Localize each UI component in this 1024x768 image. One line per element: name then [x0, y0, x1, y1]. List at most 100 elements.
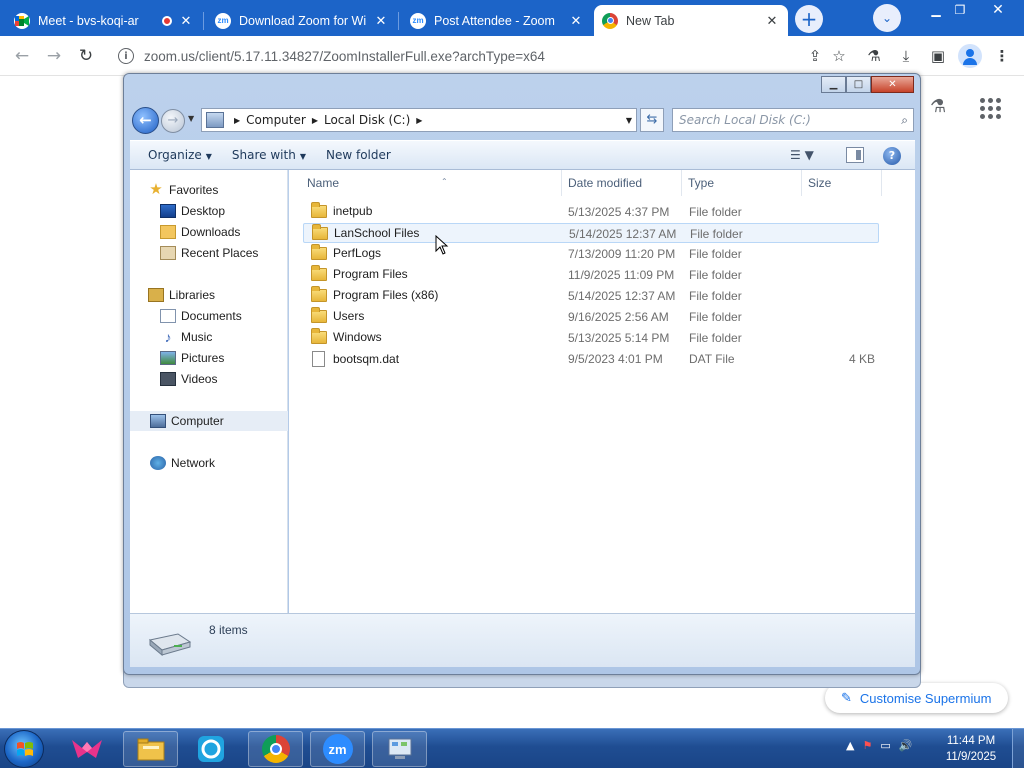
tab-post-attendee-zoom[interactable]: zm Post Attendee - Zoom ✕ [402, 5, 592, 36]
clock-time: 11:44 PM [946, 735, 996, 747]
preview-pane-icon[interactable] [846, 147, 864, 163]
tab-search-chevron-icon[interactable]: ⌄ [873, 4, 901, 32]
zoom-icon: zm [215, 12, 231, 29]
address-bar[interactable]: i zoom.us/client/5.17.11.34827/ZoomInsta… [110, 40, 855, 72]
profile-avatar-icon[interactable] [958, 44, 982, 68]
file-row-bootsqm-dat[interactable]: bootsqm.dat 9/5/2023 4:01 PM DAT File 4 … [303, 349, 879, 369]
close-window-icon[interactable]: ✕ [976, 0, 1020, 20]
explorer-search-input[interactable]: Search Local Disk (C:) ⌕ [672, 108, 914, 132]
taskbar-clock[interactable]: 11:44 PM 11/9/2025 [940, 733, 1002, 765]
close-icon[interactable]: ✕ [871, 76, 914, 93]
close-tab-icon[interactable]: ✕ [373, 13, 389, 29]
taskbar-chrome[interactable] [248, 731, 303, 767]
network-globe-icon [150, 456, 166, 470]
search-icon[interactable]: ⌕ [901, 113, 908, 128]
labs-flask-icon[interactable]: ⚗ [930, 96, 950, 118]
google-apps-grid-icon[interactable] [980, 98, 1001, 119]
explorer-address-bar[interactable]: ▶ Computer ▶ Local Disk (C:) ▶ ▼ [201, 108, 637, 132]
file-row-program-files[interactable]: Program Files 11/9/2025 11:09 PM File fo… [303, 264, 879, 285]
share-with-button[interactable]: Share with ▼ [223, 148, 315, 162]
back-arrow-icon[interactable]: ← [10, 44, 34, 68]
column-header-type[interactable]: Type [682, 170, 802, 196]
star-icon: ★ [149, 181, 163, 198]
column-header-date-modified[interactable]: Date modified [562, 170, 682, 196]
file-row-windows[interactable]: Windows 5/13/2025 5:14 PM File folder [303, 327, 879, 348]
item-count: 8 items [209, 623, 248, 637]
address-dropdown-icon[interactable]: ▼ [626, 116, 632, 125]
tab-google-meet[interactable]: Meet - bvs-koqi-ar ✕ [6, 5, 202, 36]
nav-favorites[interactable]: ★ Favorites [148, 180, 306, 200]
minimize-window-icon[interactable]: ▁ [924, 0, 948, 20]
taskbar-control-panel[interactable] [372, 731, 427, 767]
labs-flask-icon[interactable]: ⚗ [862, 44, 886, 68]
nav-computer[interactable]: Computer [130, 411, 288, 431]
column-header-size[interactable]: Size [802, 170, 882, 196]
origami-fox-icon [71, 740, 102, 758]
mouse-cursor-icon [435, 235, 449, 255]
browser-tab-strip: Meet - bvs-koqi-ar ✕ zm Download Zoom fo… [0, 0, 1024, 36]
taskbar-origami-app[interactable] [59, 731, 114, 767]
folder-icon [312, 223, 328, 240]
videos-icon [160, 372, 176, 386]
history-dropdown-icon[interactable]: ▼ [188, 114, 194, 123]
nav-libraries[interactable]: Libraries [148, 285, 306, 305]
new-folder-button[interactable]: New folder [317, 148, 400, 162]
tray-expand-icon[interactable]: ▲ [846, 739, 854, 752]
breadcrumb-computer[interactable]: Computer [246, 113, 306, 127]
change-view-icon[interactable]: ☰ ▼ [790, 148, 830, 164]
side-panel-icon[interactable]: ▣ [926, 44, 950, 68]
close-tab-icon[interactable]: ✕ [178, 13, 194, 29]
taskbar-zoom[interactable]: zm [310, 731, 365, 767]
volume-speaker-icon[interactable]: 🔊 [899, 739, 913, 752]
share-icon[interactable]: ⇪ [803, 44, 827, 68]
forward-arrow-icon[interactable]: → [161, 109, 185, 133]
explorer-command-bar: Organize ▼ Share with ▼ New folder ☰ ▼ ? [130, 140, 915, 170]
forward-arrow-icon[interactable]: → [42, 44, 66, 68]
breadcrumb-chevron-icon[interactable]: ▶ [234, 116, 240, 125]
restore-window-icon[interactable]: ❐ [948, 0, 972, 20]
tab-new-tab[interactable]: New Tab ✕ [594, 5, 788, 36]
clock-date: 11/9/2025 [945, 751, 997, 763]
file-row-inetpub[interactable]: inetpub 5/13/2025 4:37 PM File folder [303, 201, 879, 222]
file-row-lanschool-files[interactable]: LanSchool Files 5/14/2025 12:37 AM File … [303, 223, 879, 243]
refresh-icon[interactable]: ⇆ [640, 108, 664, 132]
close-tab-icon[interactable]: ✕ [764, 13, 780, 29]
breadcrumb-chevron-icon[interactable]: ▶ [312, 116, 318, 125]
downloads-folder-icon [160, 225, 176, 239]
new-tab-button[interactable]: + [795, 5, 823, 33]
start-button[interactable] [4, 730, 44, 768]
windows-logo-icon [17, 742, 33, 756]
music-note-icon: ♪ [164, 329, 172, 345]
system-tray: ▲ ⚑ ▭ 🔊 [846, 739, 912, 752]
help-icon[interactable]: ? [883, 147, 901, 165]
file-row-perflogs[interactable]: PerfLogs 7/13/2009 11:20 PM File folder [303, 243, 879, 264]
site-info-icon[interactable]: i [118, 48, 134, 64]
reload-icon[interactable]: ↻ [74, 44, 98, 68]
chrome-icon [261, 735, 290, 763]
desktop-icon [160, 204, 176, 218]
organize-button[interactable]: Organize ▼ [139, 148, 221, 162]
show-desktop-button[interactable] [1012, 729, 1024, 768]
close-tab-icon[interactable]: ✕ [568, 13, 584, 29]
folder-icon [311, 285, 327, 302]
tab-download-zoom[interactable]: zm Download Zoom for Wi ✕ [207, 5, 397, 36]
recording-dot-icon [162, 15, 172, 26]
file-row-users[interactable]: Users 9/16/2025 2:56 AM File folder [303, 306, 879, 327]
download-icon[interactable]: ⤓ [894, 44, 918, 68]
column-header-name[interactable]: ⌃ Name [301, 170, 562, 196]
file-explorer-folder-icon [137, 738, 164, 761]
taskbar-lanschool[interactable] [183, 731, 238, 767]
tab-title: Meet - bvs-koqi-ar [38, 13, 139, 28]
bookmark-star-icon[interactable]: ☆ [827, 44, 851, 68]
minimize-icon[interactable]: ▁ [821, 76, 846, 93]
back-arrow-icon[interactable]: ← [132, 107, 159, 134]
action-center-flag-icon[interactable]: ⚑ [862, 739, 872, 752]
taskbar-file-explorer[interactable] [123, 731, 178, 767]
breadcrumb-local-disk[interactable]: Local Disk (C:) [324, 113, 410, 127]
breadcrumb-chevron-icon[interactable]: ▶ [416, 116, 422, 125]
menu-kebab-icon[interactable]: ⋮ [990, 44, 1014, 68]
nav-network[interactable]: Network [150, 453, 308, 473]
network-status-icon[interactable]: ▭ [880, 739, 890, 752]
maximize-icon[interactable]: □ [846, 76, 871, 93]
file-row-program-files-x86[interactable]: Program Files (x86) 5/14/2025 12:37 AM F… [303, 285, 879, 306]
